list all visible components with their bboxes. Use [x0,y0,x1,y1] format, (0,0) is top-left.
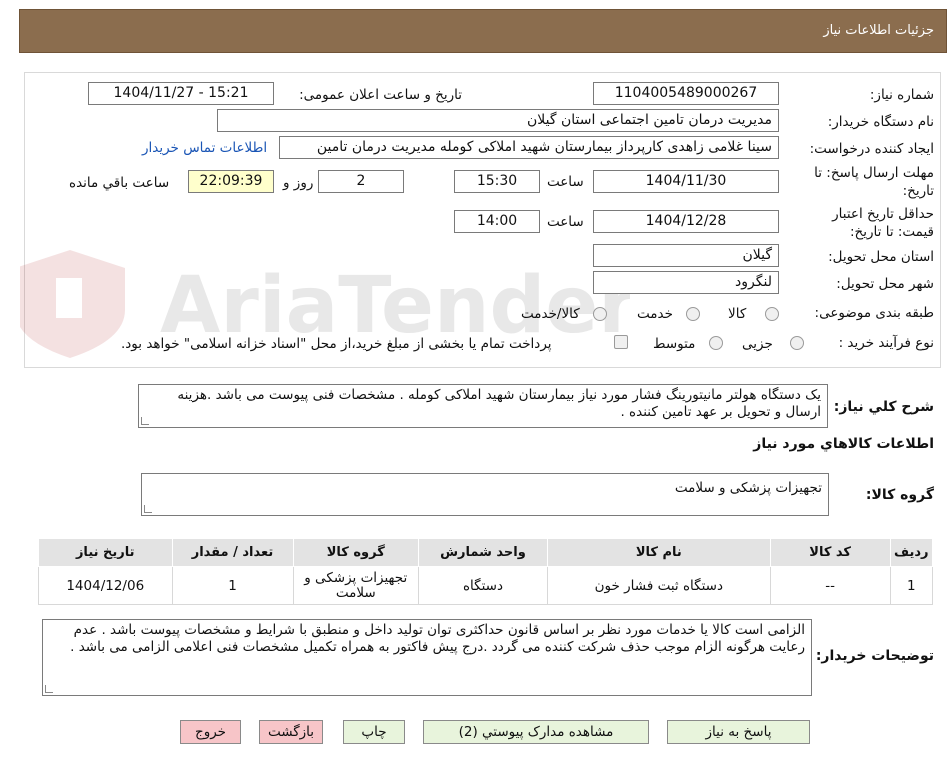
col-header-name: نام کالا [546,538,771,567]
col-header-row-number: رديف [889,538,934,567]
goods-section-title: اطلاعات کالاهاي مورد نياز [753,436,934,452]
treasury-checkbox[interactable] [614,335,628,349]
category-label: طبقه بندی موضوعی: [814,305,934,321]
col-header-quantity: تعداد / مقدار [171,538,294,567]
creator-field: سینا غلامی زاهدی کارپرداز بیمارستان شهید… [279,136,779,159]
resize-grip-icon[interactable] [45,685,53,693]
validity-label: حداقل تاریخ اعتبار [832,206,934,222]
validity-date-field: 1404/12/28 [593,210,779,233]
deadline-time-label: ساعت [547,174,584,190]
need-number-field: 1104005489000267 [593,82,779,105]
category-option-service: خدمت [637,306,673,322]
process-radio-medium[interactable] [709,336,723,350]
description-textarea: یک دستگاه هولتر مانیتورینگ فشار مورد نیا… [138,384,828,428]
deadline-label: مهلت ارسال پاسخ: تا [814,165,934,181]
cell-code: -- [769,566,891,605]
announce-label: تاریخ و ساعت اعلان عمومی: [299,87,462,103]
category-option-goods: کالا [728,306,747,322]
resize-grip-icon[interactable] [141,417,149,425]
days-field: 2 [318,170,404,193]
province-field: گیلان [593,244,779,267]
deadline-time-field: 15:30 [454,170,540,193]
category-radio-goods[interactable] [765,307,779,321]
deadline-label-date: تاریخ: [902,183,934,199]
category-radio-goods-service[interactable] [593,307,607,321]
payment-note: پرداخت تمام یا بخشی از مبلغ خرید،از محل … [121,336,552,352]
remaining-time-field: 22:09:39 [188,170,274,193]
description-label: شرح کلي نياز: [833,399,934,415]
validity-label-date: قیمت: تا تاریخ: [850,224,934,240]
city-label: شهر محل تحویل: [836,276,934,292]
cell-name: دستگاه ثبت فشار خون [546,566,771,605]
page-header: جزئیات اطلاعات نیاز [19,9,947,53]
table-header-row: رديف کد کالا نام کالا واحد شمارش گروه کا… [38,538,934,567]
back-button[interactable]: بازگشت [259,720,323,744]
col-header-group: گروه کالا [292,538,420,567]
cell-unit: دستگاه [418,566,548,605]
exit-button[interactable]: خروج [180,720,241,744]
province-label: استان محل تحویل: [828,249,934,265]
buyer-notes-text: الزامی است کالا یا خدمات مورد نظر بر اسا… [70,622,805,655]
validity-time-field: 14:00 [454,210,540,233]
reply-button[interactable]: پاسخ به نیاز [667,720,810,744]
cell-date: 1404/12/06 [38,566,173,605]
page-title: جزئیات اطلاعات نیاز [823,23,934,38]
remaining-label: ساعت باقي مانده [69,175,170,191]
goods-group-value: تجهیزات پزشکی و سلامت [674,480,822,496]
cell-group: تجهیزات پزشکی و سلامت [292,566,420,605]
col-header-code: کد کالا [769,538,891,567]
print-button[interactable]: چاپ [343,720,405,744]
category-radio-service[interactable] [686,307,700,321]
process-label: نوع فرآیند خرید : [838,335,934,351]
days-label: روز و [283,175,314,191]
buyer-field: مدیریت درمان تامین اجتماعی استان گیلان [217,109,779,132]
buyer-label: نام دستگاه خریدار: [827,114,934,130]
announce-field: 1404/11/27 - 15:21 [88,82,274,105]
attachments-button[interactable]: مشاهده مدارک پیوستي (2) [423,720,649,744]
process-option-medium: متوسط [653,336,696,352]
process-radio-minor[interactable] [790,336,804,350]
city-field: لنگرود [593,271,779,294]
cell-row-number: 1 [889,566,934,605]
buyer-contact-link[interactable]: اطلاعات تماس خریدار [142,140,267,156]
validity-time-label: ساعت [547,214,584,230]
creator-label: ایجاد کننده درخواست: [809,141,934,157]
buyer-notes-label: توضيحات خريدار: [815,648,934,664]
category-option-goods-service: کالا/خدمت [521,306,580,322]
deadline-date-field: 1404/11/30 [593,170,779,193]
table-row: 1 -- دستگاه ثبت فشار خون دستگاه تجهیزات … [38,566,934,605]
description-text: یک دستگاه هولتر مانیتورینگ فشار مورد نیا… [177,387,821,420]
goods-group-label: گروه کالا: [865,487,934,503]
buyer-notes-textarea: الزامی است کالا یا خدمات مورد نظر بر اسا… [42,619,812,696]
goods-group-field: تجهیزات پزشکی و سلامت [141,473,829,516]
items-table: رديف کد کالا نام کالا واحد شمارش گروه کا… [38,538,934,605]
need-number-label: شماره نیاز: [869,87,934,103]
resize-grip-icon[interactable] [144,505,152,513]
col-header-date: تاریخ نیاز [38,538,173,567]
cell-quantity: 1 [171,566,294,605]
col-header-unit: واحد شمارش [418,538,548,567]
process-option-minor: جزیی [742,336,773,352]
